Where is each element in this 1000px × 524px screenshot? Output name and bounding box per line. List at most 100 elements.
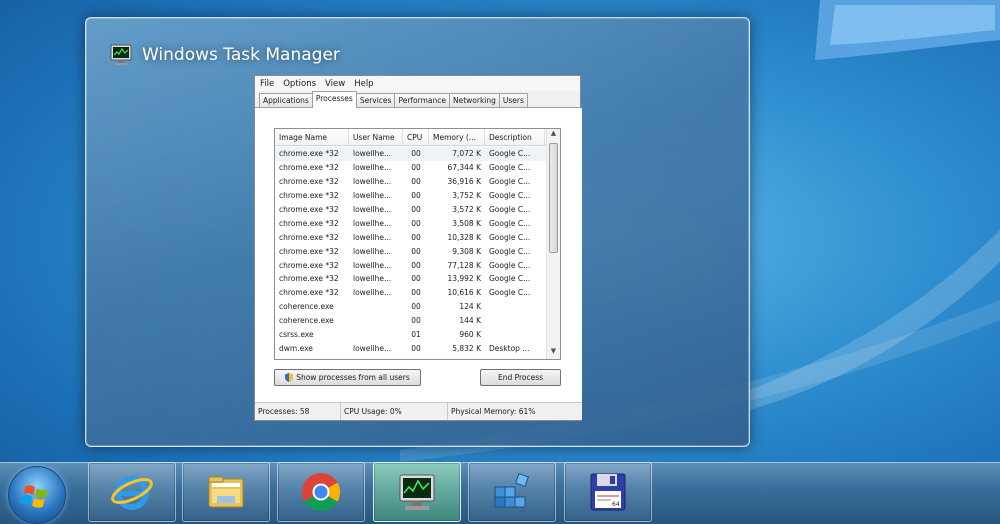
table-row[interactable]: csrss.exe 01 960 K xyxy=(275,328,547,342)
row-user-name: lowellhe... xyxy=(353,205,392,214)
row-image-name: chrome.exe *32 xyxy=(279,191,339,201)
row-memory: 77,128 K xyxy=(447,260,481,270)
row-memory: 124 K xyxy=(459,302,481,312)
taskbar-registry-editor[interactable] xyxy=(468,462,556,522)
tab-applications[interactable]: Applications xyxy=(259,93,313,107)
task-manager-window: File Options View Help Applications Proc… xyxy=(254,75,582,421)
row-image-name: dwm.exe xyxy=(279,343,313,353)
processes-panel: Image Name User Name CPU Memory (... Des… xyxy=(255,108,582,404)
uac-shield-icon xyxy=(285,373,294,382)
row-description: Google C... xyxy=(489,274,531,284)
column-memory[interactable]: Memory (... xyxy=(429,129,485,145)
row-user-name: lowellhe... xyxy=(353,274,392,284)
column-image-name[interactable]: Image Name xyxy=(275,129,349,145)
row-cpu: 01 xyxy=(411,330,421,340)
menu-file[interactable]: File xyxy=(260,79,274,89)
table-row[interactable]: chrome.exe *32 lowellhe... 00 3,752 K Google… xyxy=(275,189,547,203)
table-row[interactable]: chrome.exe *32 lowellhe... 00 10,616 K Googl… xyxy=(275,286,547,300)
row-image-name: csrss.exe xyxy=(279,330,314,340)
row-image-name: chrome.exe *32 xyxy=(279,149,339,159)
tab-networking[interactable]: Networking xyxy=(448,93,500,107)
row-cpu: 00 xyxy=(411,302,421,312)
chrome-icon xyxy=(302,473,341,512)
row-cpu: 00 xyxy=(411,163,421,173)
row-user-name: lowellhe... xyxy=(353,149,392,159)
row-user-name: lowellhe... xyxy=(353,343,392,353)
row-cpu: 00 xyxy=(411,232,421,242)
tab-strip: Applications Processes Services Performa… xyxy=(255,91,580,108)
table-row[interactable]: chrome.exe *32 lowellhe... 00 13,992 K Googl… xyxy=(275,272,547,286)
row-memory: 144 K xyxy=(459,316,481,326)
row-description: Google C... xyxy=(489,191,531,201)
table-row[interactable]: chrome.exe *32 lowellhe... 00 36,916 K Googl… xyxy=(275,175,547,189)
table-row[interactable]: chrome.exe *32 lowellhe... 00 9,308 K Google… xyxy=(275,244,547,258)
row-image-name: chrome.exe *32 xyxy=(279,177,339,187)
row-description: Google C... xyxy=(489,260,531,270)
row-description: Google C... xyxy=(489,163,531,173)
row-description: Google C... xyxy=(489,232,531,242)
row-user-name: lowellhe... xyxy=(353,260,392,270)
tab-processes[interactable]: Processes xyxy=(311,91,357,108)
scroll-down-arrow-icon[interactable]: ▼ xyxy=(547,347,560,359)
menu-view[interactable]: View xyxy=(325,79,345,89)
row-description: Google C... xyxy=(489,288,531,298)
row-image-name: chrome.exe *32 xyxy=(279,218,339,228)
status-cpu-usage: CPU Usage: 0% xyxy=(341,403,448,420)
internet-explorer-icon xyxy=(111,476,153,510)
status-bar: Processes: 58 CPU Usage: 0% Physical Mem… xyxy=(255,402,582,420)
tab-services[interactable]: Services xyxy=(355,93,396,107)
row-cpu: 00 xyxy=(411,316,421,326)
column-description[interactable]: Description xyxy=(485,129,545,145)
show-all-processes-label: Show processes from all users xyxy=(296,373,410,382)
taskbar-floppy-app[interactable]: 64 xyxy=(564,462,652,522)
row-memory: 9,308 K xyxy=(452,246,481,256)
menu-options[interactable]: Options xyxy=(283,79,316,89)
tab-users[interactable]: Users xyxy=(498,93,528,107)
row-memory: 960 K xyxy=(459,330,481,340)
floppy-badge-text: 64 xyxy=(612,501,620,508)
vertical-scrollbar[interactable]: ▲ ▼ xyxy=(546,129,560,359)
table-row[interactable]: dwm.exe lowellhe... 00 5,832 K Desktop ... xyxy=(275,341,547,355)
row-description: Google C... xyxy=(489,218,531,228)
scroll-thumb[interactable] xyxy=(549,143,558,253)
column-user-name[interactable]: User Name xyxy=(349,129,403,145)
row-cpu: 00 xyxy=(411,218,421,228)
row-memory: 3,572 K xyxy=(452,205,481,214)
end-process-button[interactable]: End Process xyxy=(480,369,561,386)
row-cpu: 00 xyxy=(411,288,421,298)
floppy-disk-64-icon: 64 xyxy=(590,473,626,511)
process-list[interactable]: Image Name User Name CPU Memory (... Des… xyxy=(274,128,561,360)
table-row[interactable]: coherence.exe 00 144 K xyxy=(275,314,547,328)
table-row[interactable]: chrome.exe *32 lowellhe... 00 7,072 K Google… xyxy=(275,147,547,161)
row-cpu: 00 xyxy=(411,205,421,214)
row-user-name: lowellhe... xyxy=(353,191,392,201)
row-description: Google C... xyxy=(489,149,531,159)
start-button[interactable] xyxy=(8,466,66,524)
row-image-name: coherence.exe xyxy=(279,316,334,326)
row-description: Google C... xyxy=(489,246,531,256)
taskbar-thumbnail-preview[interactable]: Windows Task Manager File Options View H… xyxy=(85,17,750,447)
table-row[interactable]: chrome.exe *32 lowellhe... 00 10,328 K Googl… xyxy=(275,230,547,244)
menu-help[interactable]: Help xyxy=(354,79,373,89)
scroll-up-arrow-icon[interactable]: ▲ xyxy=(547,129,560,141)
row-image-name: chrome.exe *32 xyxy=(279,205,339,214)
row-user-name: lowellhe... xyxy=(353,163,392,173)
taskbar-chrome[interactable] xyxy=(277,462,365,522)
row-memory: 3,752 K xyxy=(452,191,481,201)
show-all-processes-button[interactable]: Show processes from all users xyxy=(274,369,421,386)
taskbar-task-manager[interactable] xyxy=(373,462,461,522)
table-row[interactable]: chrome.exe *32 lowellhe... 00 3,508 K Google… xyxy=(275,216,547,230)
row-user-name: lowellhe... xyxy=(353,177,392,187)
table-row[interactable]: coherence.exe 00 124 K xyxy=(275,300,547,314)
tab-performance[interactable]: Performance xyxy=(394,93,450,107)
taskbar-file-explorer[interactable] xyxy=(182,462,270,522)
table-row[interactable]: chrome.exe *32 lowellhe... 00 3,572 K Google… xyxy=(275,203,547,217)
taskbar-internet-explorer[interactable] xyxy=(88,462,176,522)
table-row[interactable]: chrome.exe *32 lowellhe... 00 67,344 K Googl… xyxy=(275,161,547,175)
column-cpu[interactable]: CPU xyxy=(403,129,429,145)
row-image-name: coherence.exe xyxy=(279,302,334,312)
table-row[interactable]: chrome.exe *32 lowellhe... 00 77,128 K Googl… xyxy=(275,258,547,272)
row-user-name: lowellhe... xyxy=(353,232,392,242)
row-user-name: lowellhe... xyxy=(353,288,392,298)
task-manager-icon xyxy=(110,44,132,65)
